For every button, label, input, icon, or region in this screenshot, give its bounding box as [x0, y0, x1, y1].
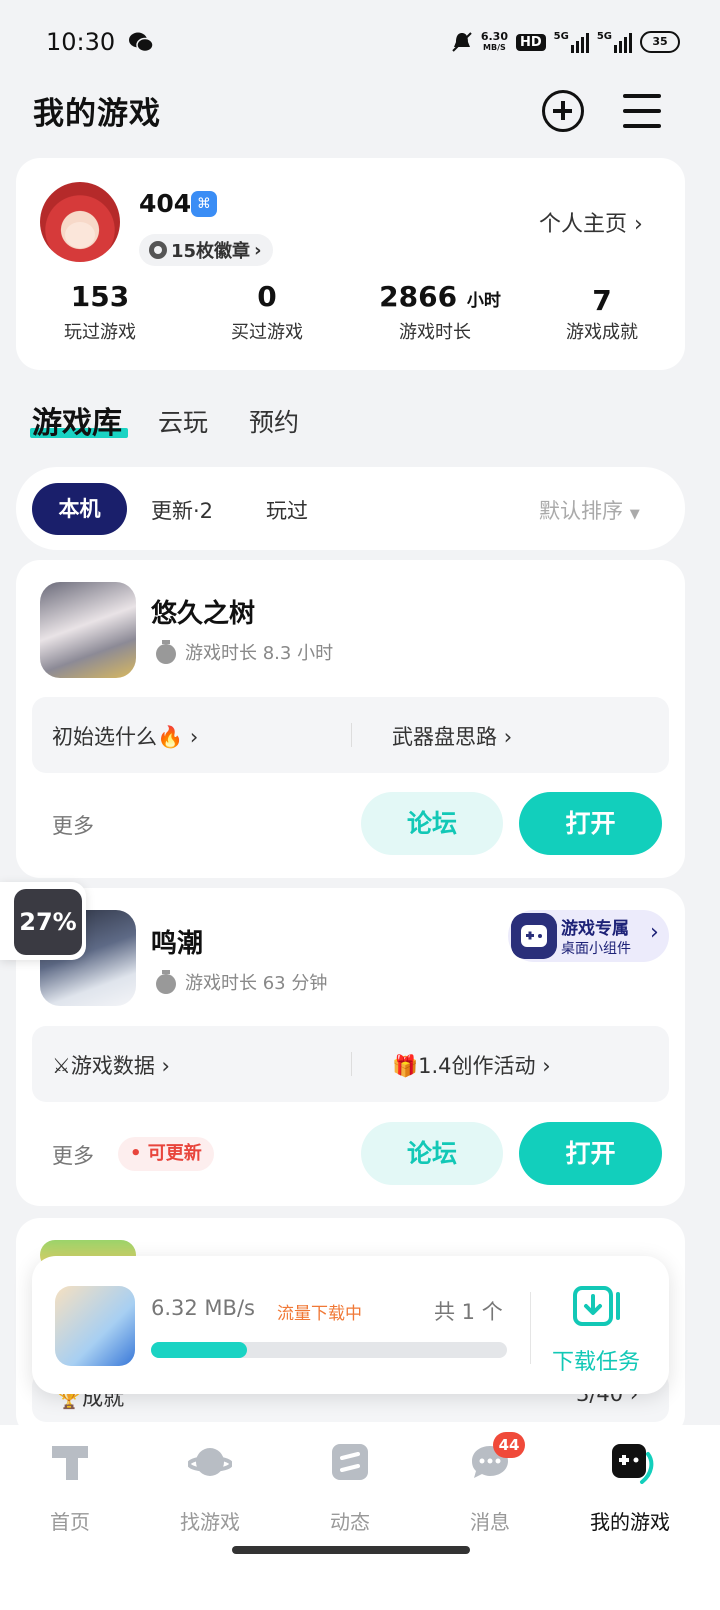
open-button[interactable]: 打开 [519, 792, 662, 855]
nav-feed[interactable]: 动态 [280, 1440, 420, 1535]
game-name[interactable]: 悠久之树 [151, 593, 255, 630]
message-count-badge: 44 [493, 1432, 525, 1458]
stat-achieve-label: 游戏成就 [566, 322, 638, 343]
planet-icon [187, 1448, 233, 1476]
download-status: 流量下载中 [277, 1304, 362, 1324]
floating-percent[interactable]: 27% [14, 889, 82, 955]
guide-link[interactable]: 🎁1.4创作活动 › [392, 1050, 551, 1080]
filter-local[interactable]: 本机 [32, 483, 127, 535]
signal-icon-1: 5G [554, 31, 589, 53]
guide-divider [351, 1052, 352, 1076]
signal-icon-2: 5G [597, 31, 632, 53]
add-button[interactable] [542, 90, 584, 132]
stat-played-value[interactable]: 153 [25, 280, 175, 313]
chevron-right-icon: › [254, 239, 262, 261]
status-icons: 6.30 MB/S HD 5G 5G 35 [451, 26, 680, 58]
profile-link[interactable]: 个人主页 › [539, 206, 643, 238]
avatar[interactable] [40, 182, 120, 262]
filter-update[interactable]: 更新·2 [151, 495, 213, 525]
widget-title: 游戏专属 [561, 919, 629, 939]
guide-link[interactable]: 武器盘思路 › [392, 721, 512, 751]
nav-my-games[interactable]: 我的游戏 [560, 1440, 700, 1535]
battery-icon: 35 [640, 31, 680, 53]
chevron-right-icon: › [189, 725, 199, 749]
filter-played[interactable]: 玩过 [266, 495, 308, 525]
medal-icon [149, 241, 167, 259]
game-name[interactable]: 鸣潮 [151, 923, 203, 960]
stat-time-unit: 小时 [466, 291, 501, 311]
download-divider [530, 1292, 531, 1364]
stat-bought-label: 买过游戏 [231, 322, 303, 343]
guide-link[interactable]: ⚔游戏数据 › [52, 1050, 170, 1080]
tab-reserve[interactable]: 预约 [249, 403, 299, 439]
home-indicator [232, 1546, 470, 1554]
timer-icon [155, 640, 177, 664]
game-playtime: 游戏时长 63 分钟 [155, 969, 327, 995]
tab-library[interactable]: 游戏库 [32, 398, 122, 442]
net-speed: 6.30 MB/S [480, 30, 508, 52]
nav-home[interactable]: 首页 [0, 1440, 140, 1535]
nav-discover[interactable]: 找游戏 [140, 1440, 280, 1535]
chevron-right-icon: › [542, 1054, 551, 1078]
game-playtime: 游戏时长 8.3 小时 [155, 639, 333, 665]
tab-cloud[interactable]: 云玩 [158, 403, 208, 439]
badges-pill[interactable]: 15枚徽章 › [139, 234, 274, 266]
feed-icon [332, 1444, 368, 1480]
widget-subtitle: 桌面小组件 [561, 941, 631, 957]
gamepad-icon [511, 913, 557, 959]
nav-messages[interactable]: 消息 [420, 1440, 560, 1535]
chevron-right-icon: › [503, 725, 513, 749]
game-icon[interactable] [40, 582, 136, 678]
menu-icon[interactable] [623, 94, 661, 128]
guide-divider [351, 723, 352, 747]
page-title: 我的游戏 [33, 96, 161, 132]
download-speed: 6.32 MB/s [151, 1296, 255, 1320]
caret-down-icon: ▼ [629, 507, 640, 522]
more-link[interactable]: 更多 [52, 810, 94, 840]
chevron-right-icon: › [650, 920, 659, 945]
stat-achieve-value[interactable]: 7 [527, 284, 677, 317]
username[interactable]: 404 [139, 189, 191, 218]
download-game-icon [55, 1286, 135, 1366]
stat-played-label: 玩过游戏 [64, 322, 136, 343]
verified-badge-icon: ⌘ [191, 191, 217, 217]
open-button[interactable]: 打开 [519, 1122, 662, 1185]
stat-bought-value[interactable]: 0 [192, 280, 342, 313]
download-progress-fill [151, 1342, 247, 1358]
gamepad-icon [612, 1444, 654, 1484]
download-task-label[interactable]: 下载任务 [552, 1344, 640, 1376]
stat-time-label: 游戏时长 [399, 322, 471, 343]
chevron-right-icon: › [161, 1054, 170, 1078]
status-time: 10:30 [46, 28, 116, 56]
stat-time-value[interactable]: 2866 小时 [360, 280, 520, 313]
download-count: 共 1 个 [434, 1300, 503, 1324]
download-task-icon[interactable] [573, 1286, 627, 1326]
more-link[interactable]: 更多 [52, 1140, 94, 1170]
chevron-right-icon: › [634, 212, 643, 237]
timer-icon [155, 970, 177, 994]
sort-select[interactable]: 默认排序 ▼ [539, 495, 640, 525]
badges-label: 15枚徽章 [171, 241, 251, 262]
forum-button[interactable]: 论坛 [361, 1122, 503, 1185]
guide-link[interactable]: 初始选什么🔥 › [52, 721, 198, 751]
forum-button[interactable]: 论坛 [361, 792, 503, 855]
home-t-icon [52, 1446, 88, 1480]
wechat-icon [129, 32, 154, 53]
mute-bell-icon [452, 32, 472, 52]
hd-badge: HD [515, 33, 546, 51]
update-badge: • 可更新 [118, 1137, 214, 1171]
